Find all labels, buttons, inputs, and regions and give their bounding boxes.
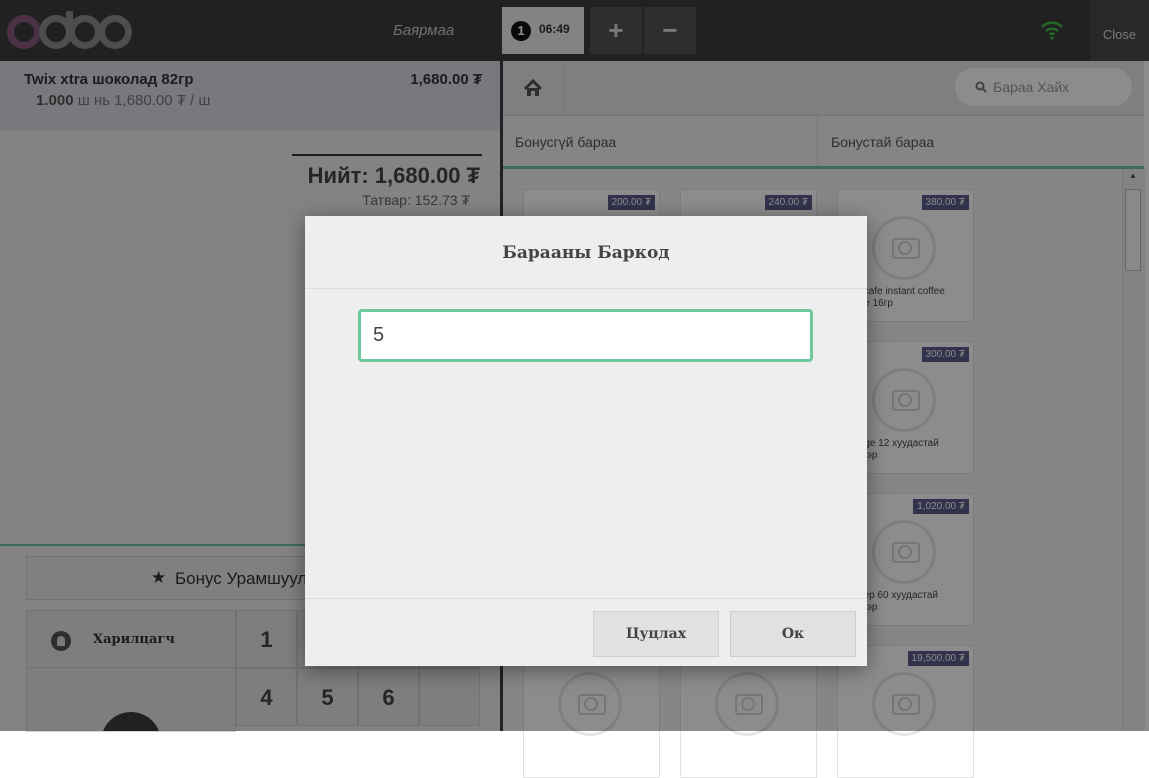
dialog-footer: Цуцлах Ок xyxy=(305,598,867,667)
barcode-input[interactable] xyxy=(358,309,813,362)
barcode-dialog: Барааны Баркод Цуцлах Ок xyxy=(305,216,867,666)
ok-button[interactable]: Ок xyxy=(730,611,856,657)
cancel-button[interactable]: Цуцлах xyxy=(593,611,719,657)
dialog-title: Барааны Баркод xyxy=(305,216,867,289)
